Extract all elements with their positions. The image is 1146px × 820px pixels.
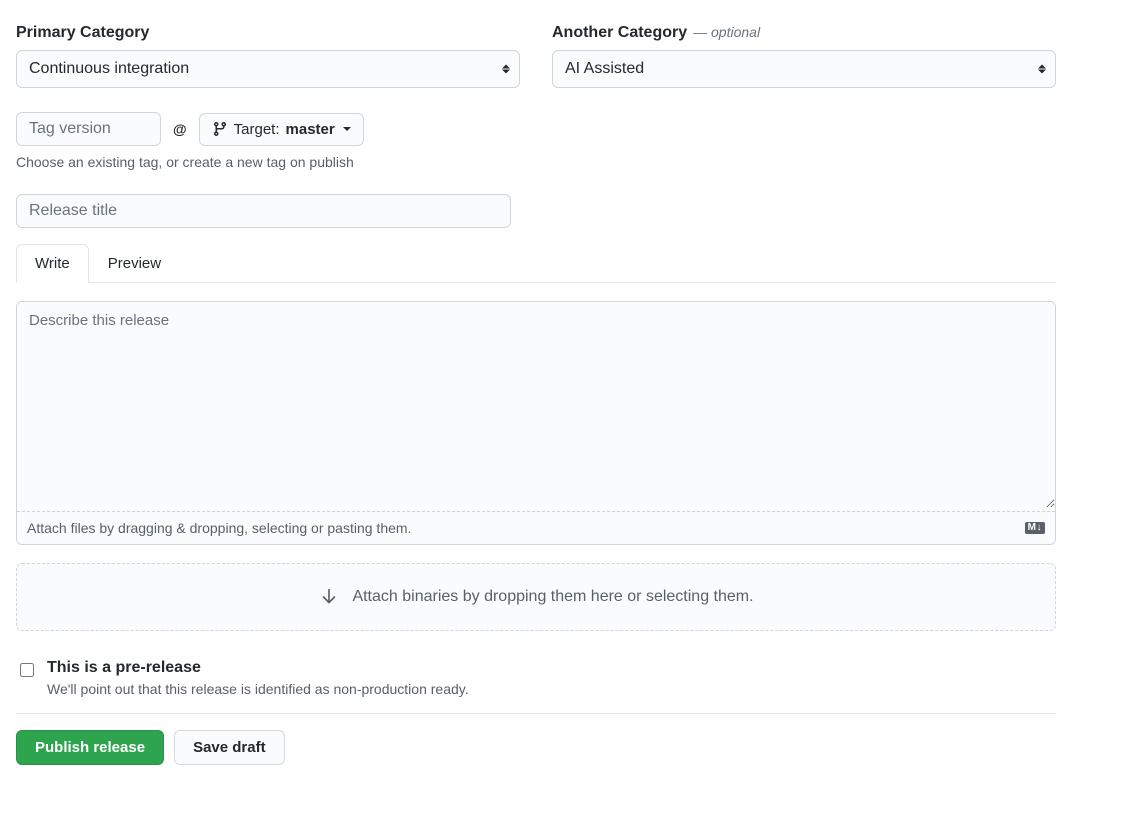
secondary-category-value[interactable]: AI Assisted — [552, 50, 1056, 88]
secondary-category-label: Another Category — [552, 24, 687, 42]
git-branch-icon — [212, 121, 228, 137]
attach-files-hint[interactable]: Attach files by dragging & dropping, sel… — [27, 520, 411, 536]
prerelease-checkbox[interactable] — [20, 663, 34, 677]
target-branch-name: master — [286, 121, 335, 138]
binaries-dropzone[interactable]: Attach binaries by dropping them here or… — [16, 563, 1056, 631]
tab-preview[interactable]: Preview — [89, 244, 180, 283]
tag-version-input[interactable] — [16, 112, 161, 146]
prerelease-desc: We'll point out that this release is ide… — [47, 681, 469, 697]
binaries-hint: Attach binaries by dropping them here or… — [352, 588, 753, 606]
save-draft-button[interactable]: Save draft — [174, 730, 285, 765]
markdown-icon[interactable]: M↓ — [1025, 522, 1045, 534]
tab-write[interactable]: Write — [16, 244, 89, 283]
prerelease-title: This is a pre-release — [47, 659, 469, 677]
caret-down-icon — [343, 127, 351, 131]
primary-category-select[interactable]: Continuous integration — [16, 50, 520, 88]
at-symbol: @ — [173, 121, 187, 137]
optional-hint: — optional — [693, 24, 760, 40]
secondary-category-select[interactable]: AI Assisted — [552, 50, 1056, 88]
release-description-textarea[interactable] — [17, 302, 1055, 508]
release-title-input[interactable] — [16, 194, 511, 228]
tag-hint: Choose an existing tag, or create a new … — [16, 154, 1056, 170]
download-arrow-icon — [318, 586, 340, 608]
primary-category-label: Primary Category — [16, 24, 149, 42]
publish-release-button[interactable]: Publish release — [16, 730, 164, 765]
target-prefix: Target: — [234, 121, 280, 138]
primary-category-value[interactable]: Continuous integration — [16, 50, 520, 88]
target-branch-button[interactable]: Target: master — [199, 113, 364, 146]
